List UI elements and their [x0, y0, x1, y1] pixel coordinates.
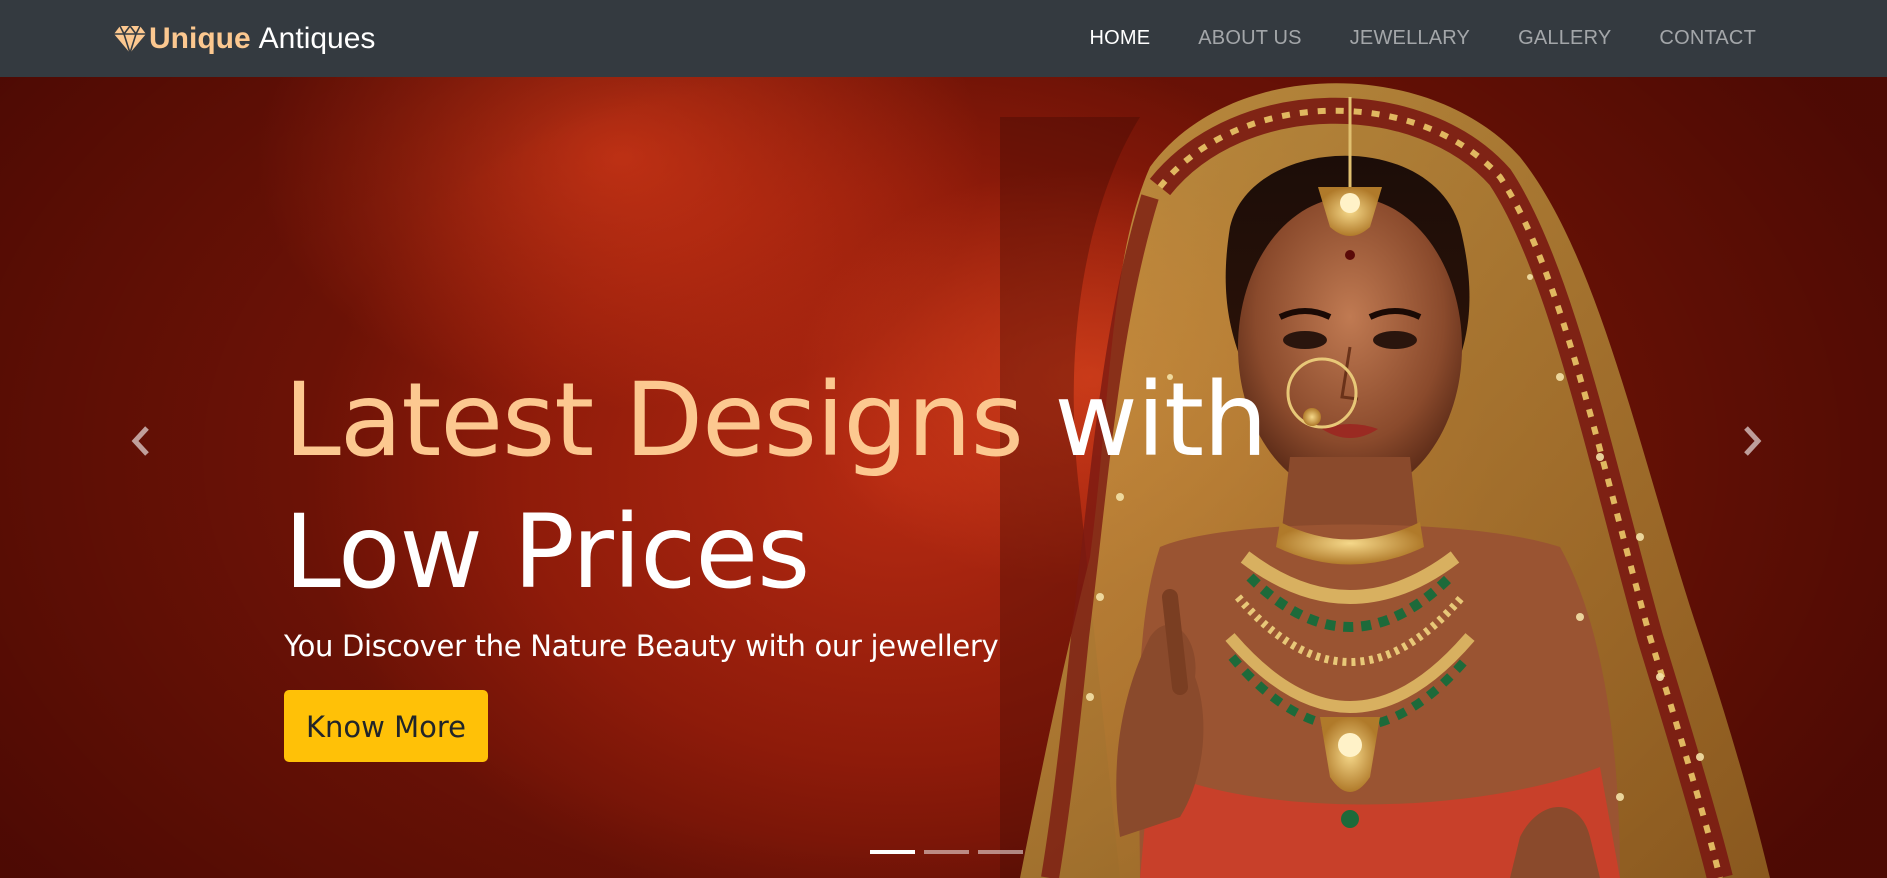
brand-logo-link[interactable]: Unique Antiques — [113, 0, 375, 77]
carousel-indicator-2[interactable] — [924, 850, 969, 854]
nav-item-gallery[interactable]: GALLERY — [1494, 27, 1635, 50]
nav-item-jewellary[interactable]: JEWELLARY — [1326, 27, 1494, 50]
carousel-indicator-1[interactable] — [870, 850, 915, 854]
nav-item-about-us[interactable]: ABOUT US — [1174, 27, 1325, 50]
chevron-left-icon — [129, 425, 153, 462]
hero-headline-accent: Latest Designs — [284, 361, 1024, 480]
brand-name-strong: Unique — [149, 21, 251, 55]
chevron-right-icon — [1740, 425, 1764, 462]
nav-item-contact[interactable]: CONTACT — [1635, 27, 1756, 50]
hero-carousel: Latest Designs with Low Prices You Disco… — [0, 77, 1887, 878]
carousel-indicator-3[interactable] — [978, 850, 1023, 854]
hero-headline: Latest Designs with Low Prices — [284, 355, 1424, 619]
navbar: Unique Antiques HOME ABOUT US JEWELLARY … — [0, 0, 1887, 77]
hero-subtext: You Discover the Nature Beauty with our … — [284, 629, 999, 663]
carousel-prev-button[interactable] — [121, 421, 161, 465]
nav-menu: HOME ABOUT US JEWELLARY GALLERY CONTACT — [1065, 0, 1756, 77]
nav-item-home[interactable]: HOME — [1065, 27, 1174, 50]
hero-caption: Latest Designs with Low Prices You Disco… — [284, 355, 1484, 762]
diamond-icon — [113, 24, 147, 56]
carousel-indicators — [870, 850, 1023, 854]
know-more-button[interactable]: Know More — [284, 690, 488, 762]
carousel-next-button[interactable] — [1732, 421, 1772, 465]
brand-name-light: Antiques — [258, 21, 376, 55]
